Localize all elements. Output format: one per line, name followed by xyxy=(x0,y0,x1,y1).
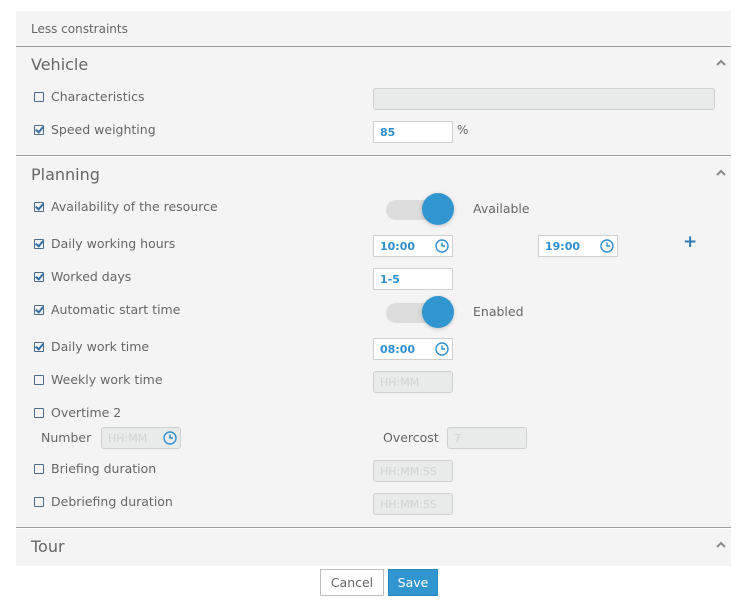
availability-label: Availability of the resource xyxy=(51,199,218,214)
daily-work-time-input[interactable]: 08:00 xyxy=(373,338,453,360)
speed-weighting-row: Speed weighting xyxy=(34,122,156,137)
characteristics-checkbox[interactable] xyxy=(34,91,44,102)
speed-weighting-label: Speed weighting xyxy=(51,122,156,137)
speed-weighting-input[interactable]: 85 xyxy=(373,121,453,143)
daily-work-time-row: Daily work time xyxy=(34,339,149,354)
weekly-work-time-row: Weekly work time xyxy=(34,372,163,387)
chevron-up-icon[interactable] xyxy=(716,169,726,178)
weekly-work-time-checkbox[interactable] xyxy=(34,374,44,385)
speed-weighting-checkbox[interactable] xyxy=(34,124,44,135)
tour-section: Tour xyxy=(16,529,731,566)
daily-work-time-value: 08:00 xyxy=(380,343,416,356)
overtime2-row: Overtime 2 xyxy=(34,405,121,420)
chevron-up-icon[interactable] xyxy=(716,541,726,550)
briefing-duration-row: Briefing duration xyxy=(34,461,156,476)
end-time-value: 19:00 xyxy=(545,240,581,253)
overtime2-overcost-label: Overcost xyxy=(383,430,439,445)
worked-days-row: Worked days xyxy=(34,269,131,284)
number-placeholder: HH:MM xyxy=(108,432,148,445)
briefing-duration-checkbox[interactable] xyxy=(34,463,44,474)
availability-checkbox[interactable] xyxy=(34,201,44,212)
debriefing-duration-input[interactable]: HH:MM:SS xyxy=(373,493,453,515)
overtime2-overcost-input[interactable]: 7 xyxy=(447,427,527,449)
daily-working-hours-row: Daily working hours xyxy=(34,236,175,251)
availability-row: Availability of the resource xyxy=(34,199,218,214)
worked-days-checkbox[interactable] xyxy=(34,271,44,282)
daily-working-hours-label: Daily working hours xyxy=(51,236,176,251)
automatic-start-time-row: Automatic start time xyxy=(34,302,180,317)
tour-section-title: Tour xyxy=(31,537,65,556)
weekly-work-time-input[interactable]: HH:MM xyxy=(373,371,453,393)
worked-days-label: Worked days xyxy=(51,269,132,284)
debriefing-duration-label: Debriefing duration xyxy=(51,494,173,509)
debriefing-duration-row: Debriefing duration xyxy=(34,494,173,509)
less-constraints-header: Less constraints xyxy=(16,11,731,47)
save-button[interactable]: Save xyxy=(388,569,438,596)
debriefing-duration-checkbox[interactable] xyxy=(34,496,44,507)
characteristics-row: Characteristics xyxy=(34,89,144,104)
characteristics-input[interactable] xyxy=(373,88,715,110)
less-constraints-title: Less constraints xyxy=(31,22,128,36)
briefing-duration-input[interactable]: HH:MM:SS xyxy=(373,460,453,482)
weekly-work-time-label: Weekly work time xyxy=(51,372,163,387)
toggle-knob xyxy=(422,193,454,225)
automatic-start-time-state-label: Enabled xyxy=(473,304,524,319)
daily-work-time-checkbox[interactable] xyxy=(34,341,44,352)
daily-work-time-label: Daily work time xyxy=(51,339,150,354)
planning-section: Planning Availability of the resource Av… xyxy=(16,157,731,528)
vehicle-section: Vehicle Characteristics Speed weighting … xyxy=(16,47,731,156)
clock-icon[interactable] xyxy=(435,239,449,253)
start-time-value: 10:00 xyxy=(380,240,416,253)
daily-working-hours-start-input[interactable]: 10:00 xyxy=(373,235,453,257)
overtime2-label: Overtime 2 xyxy=(51,405,122,420)
automatic-start-time-label: Automatic start time xyxy=(51,302,181,317)
clock-icon[interactable] xyxy=(163,431,177,445)
clock-icon[interactable] xyxy=(600,239,614,253)
automatic-start-time-toggle[interactable] xyxy=(386,295,454,329)
overtime2-checkbox[interactable] xyxy=(34,407,44,418)
planning-section-title: Planning xyxy=(31,165,100,184)
availability-toggle[interactable] xyxy=(386,192,454,226)
automatic-start-time-checkbox[interactable] xyxy=(34,304,44,315)
plus-icon[interactable]: + xyxy=(683,232,697,252)
toggle-knob xyxy=(422,296,454,328)
availability-state-label: Available xyxy=(473,201,530,216)
overtime2-number-label: Number xyxy=(41,430,92,445)
daily-working-hours-end-input[interactable]: 19:00 xyxy=(538,235,618,257)
daily-working-hours-checkbox[interactable] xyxy=(34,238,44,249)
briefing-duration-label: Briefing duration xyxy=(51,461,157,476)
chevron-up-icon[interactable] xyxy=(716,59,726,68)
characteristics-label: Characteristics xyxy=(51,89,145,104)
speed-weighting-unit: % xyxy=(457,123,469,137)
overtime2-number-input[interactable]: HH:MM xyxy=(101,427,181,449)
vehicle-section-title: Vehicle xyxy=(31,55,89,74)
clock-icon[interactable] xyxy=(435,342,449,356)
worked-days-input[interactable]: 1-5 xyxy=(373,268,453,290)
cancel-button[interactable]: Cancel xyxy=(320,569,384,596)
